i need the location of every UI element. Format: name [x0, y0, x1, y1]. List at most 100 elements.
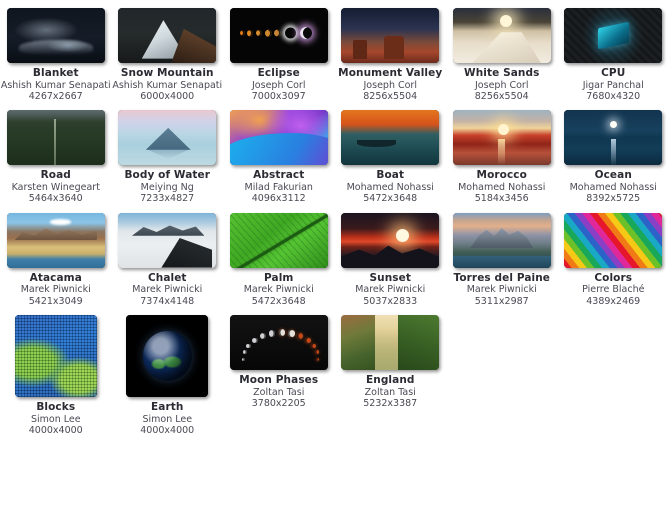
- wallpaper-item[interactable]: Chalet Marek Piwnicki 7374x4148: [112, 205, 224, 307]
- wallpaper-thumbnail[interactable]: [118, 8, 217, 63]
- wallpaper-item[interactable]: CPU Jigar Panchal 7680x4320: [558, 0, 670, 102]
- wallpaper-caption: Eclipse Joseph Corl 7000x3097: [223, 67, 334, 103]
- wallpaper-item[interactable]: Eclipse Joseph Corl 7000x3097: [223, 0, 335, 102]
- wallpaper-item[interactable]: Blanket Ashish Kumar Senapati 4267x2667: [0, 0, 112, 102]
- wallpaper-dimensions: 5472x3648: [363, 193, 418, 205]
- wallpaper-thumbnail-wrap: [558, 8, 670, 63]
- wallpaper-dimensions: 8392x5725: [586, 193, 641, 205]
- wallpaper-thumbnail-wrap: [112, 314, 224, 397]
- wallpaper-dimensions: 4000x4000: [28, 425, 83, 437]
- wallpaper-dimensions: 5421x3049: [28, 295, 83, 307]
- wallpaper-dimensions: 4000x4000: [140, 425, 195, 437]
- wallpaper-thumbnail-wrap: [335, 314, 447, 370]
- wallpaper-thumbnail-wrap: [335, 8, 447, 63]
- wallpaper-dimensions: 5464x3640: [28, 193, 83, 205]
- wallpaper-title: Monument Valley: [338, 67, 443, 79]
- wallpaper-title: Atacama: [29, 271, 82, 284]
- wallpaper-thumbnail[interactable]: [6, 8, 105, 63]
- wallpaper-dimensions: 7000x3097: [251, 91, 306, 103]
- wallpaper-caption: Body of Water Meiying Ng 7233x4827: [112, 169, 223, 204]
- wallpaper-thumbnail[interactable]: [452, 110, 551, 166]
- wallpaper-item[interactable]: Atacama Marek Piwnicki 5421x3049: [0, 205, 112, 307]
- wallpaper-author: Marek Piwnicki: [355, 284, 426, 296]
- wallpaper-item[interactable]: Road Karsten Winegeart 5464x3640: [0, 102, 112, 204]
- wallpaper-thumbnail[interactable]: [229, 8, 328, 63]
- wallpaper-item[interactable]: Sunset Marek Piwnicki 5037x2833: [335, 205, 447, 307]
- wallpaper-caption: Road Karsten Winegeart 5464x3640: [0, 169, 111, 205]
- wallpaper-thumbnail[interactable]: [564, 212, 663, 268]
- wallpaper-item[interactable]: Body of Water Meiying Ng 7233x4827: [112, 102, 224, 204]
- wallpaper-title: Colors: [594, 271, 633, 284]
- wallpaper-author: Meiying Ng: [140, 182, 194, 194]
- wallpaper-item[interactable]: Monument Valley Joseph Corl 8256x5504: [335, 0, 447, 102]
- wallpaper-thumbnail[interactable]: [118, 110, 217, 166]
- wallpaper-preview-image: [6, 110, 105, 166]
- wallpaper-preview-image: [564, 212, 663, 268]
- wallpaper-author: Joseph Corl: [252, 79, 306, 91]
- wallpaper-thumbnail-wrap: [0, 314, 112, 397]
- wallpaper-item[interactable]: Abstract Milad Fakurian 4096x3112: [223, 102, 335, 204]
- wallpaper-dimensions: 8256x5504: [363, 91, 418, 103]
- wallpaper-thumbnail[interactable]: [341, 314, 440, 370]
- wallpaper-item[interactable]: Snow Mountain Ashish Kumar Senapati 6000x4…: [112, 0, 224, 102]
- wallpaper-thumbnail-wrap: [446, 110, 558, 166]
- wallpaper-item[interactable]: Boat Mohamed Nohassi 5472x3648: [335, 102, 447, 204]
- wallpaper-author: Marek Piwnicki: [243, 284, 314, 296]
- wallpaper-item[interactable]: Ocean Mohamed Nohassi 8392x5725: [558, 102, 670, 204]
- wallpaper-thumbnail[interactable]: [6, 212, 105, 268]
- wallpaper-author: Zoltan Tasi: [364, 386, 416, 398]
- wallpaper-thumbnail[interactable]: [564, 8, 663, 63]
- wallpaper-item[interactable]: White Sands Joseph Corl 8256x5504: [446, 0, 558, 102]
- wallpaper-item[interactable]: Torres del Paine Marek Piwnicki 5311x2987: [446, 205, 558, 307]
- wallpaper-dimensions: 7374x4148: [140, 295, 195, 307]
- wallpaper-item[interactable]: Blocks Simon Lee 4000x4000: [0, 307, 112, 436]
- wallpaper-thumbnail[interactable]: [564, 110, 663, 166]
- wallpaper-author: Ashish Kumar Senapati: [0, 79, 111, 91]
- wallpaper-preview-image: [14, 314, 97, 397]
- wallpaper-thumbnail[interactable]: [452, 212, 551, 268]
- wallpaper-thumbnail[interactable]: [229, 110, 328, 166]
- wallpaper-title: Chalet: [147, 271, 187, 284]
- wallpaper-thumbnail-wrap: [335, 212, 447, 268]
- wallpaper-thumbnail[interactable]: [229, 212, 328, 268]
- wallpaper-item[interactable]: Earth Simon Lee 4000x4000: [112, 307, 224, 436]
- wallpaper-item[interactable]: Colors Pierre Blaché 4389x2469: [558, 205, 670, 307]
- wallpaper-item[interactable]: Morocco Mohamed Nohassi 5184x3456: [446, 102, 558, 204]
- wallpaper-item[interactable]: Palm Marek Piwnicki 5472x3648: [223, 205, 335, 307]
- wallpaper-thumbnail-wrap: [223, 314, 335, 370]
- wallpaper-title: Sunset: [369, 271, 411, 284]
- wallpaper-item[interactable]: England Zoltan Tasi 5232x3387: [335, 307, 447, 436]
- wallpaper-thumbnail[interactable]: [14, 314, 97, 397]
- wallpaper-author: Milad Fakurian: [244, 182, 313, 194]
- wallpaper-title: Boat: [376, 169, 405, 182]
- wallpaper-preview-image: [229, 8, 328, 63]
- wallpaper-title: Blanket: [32, 67, 79, 79]
- wallpaper-preview-image: [229, 212, 328, 268]
- wallpaper-author: Simon Lee: [142, 413, 193, 425]
- wallpaper-thumbnail-wrap: [112, 110, 224, 166]
- wallpaper-dimensions: 4267x2667: [28, 91, 83, 103]
- wallpaper-caption: Snow Mountain Ashish Kumar Senapati 6000x4…: [112, 67, 223, 102]
- wallpaper-caption: Chalet Marek Piwnicki 7374x4148: [112, 271, 223, 307]
- wallpaper-thumbnail[interactable]: [341, 8, 440, 63]
- wallpaper-preview-image: [564, 8, 663, 63]
- wallpaper-preview-image: [452, 212, 551, 268]
- wallpaper-preview-image: [564, 110, 663, 166]
- wallpaper-thumbnail[interactable]: [341, 212, 440, 268]
- wallpaper-preview-image: [6, 212, 105, 268]
- wallpaper-caption: Boat Mohamed Nohassi 5472x3648: [335, 169, 446, 205]
- wallpaper-title: Road: [40, 169, 71, 182]
- wallpaper-thumbnail[interactable]: [126, 314, 209, 397]
- wallpaper-author: Zoltan Tasi: [253, 386, 305, 398]
- wallpaper-caption: White Sands Joseph Corl 8256x5504: [446, 67, 557, 102]
- wallpaper-item[interactable]: Moon Phases Zoltan Tasi 3780x2205: [223, 307, 335, 436]
- wallpaper-thumbnail[interactable]: [452, 8, 551, 63]
- wallpaper-thumbnail[interactable]: [229, 314, 328, 370]
- wallpaper-author: Mohamed Nohassi: [346, 182, 434, 194]
- wallpaper-caption: Palm Marek Piwnicki 5472x3648: [223, 272, 334, 307]
- wallpaper-thumbnail[interactable]: [6, 110, 105, 166]
- wallpaper-title: Eclipse: [257, 67, 300, 79]
- wallpaper-author: Mohamed Nohassi: [569, 182, 657, 194]
- wallpaper-thumbnail[interactable]: [341, 110, 440, 166]
- wallpaper-thumbnail[interactable]: [118, 212, 217, 268]
